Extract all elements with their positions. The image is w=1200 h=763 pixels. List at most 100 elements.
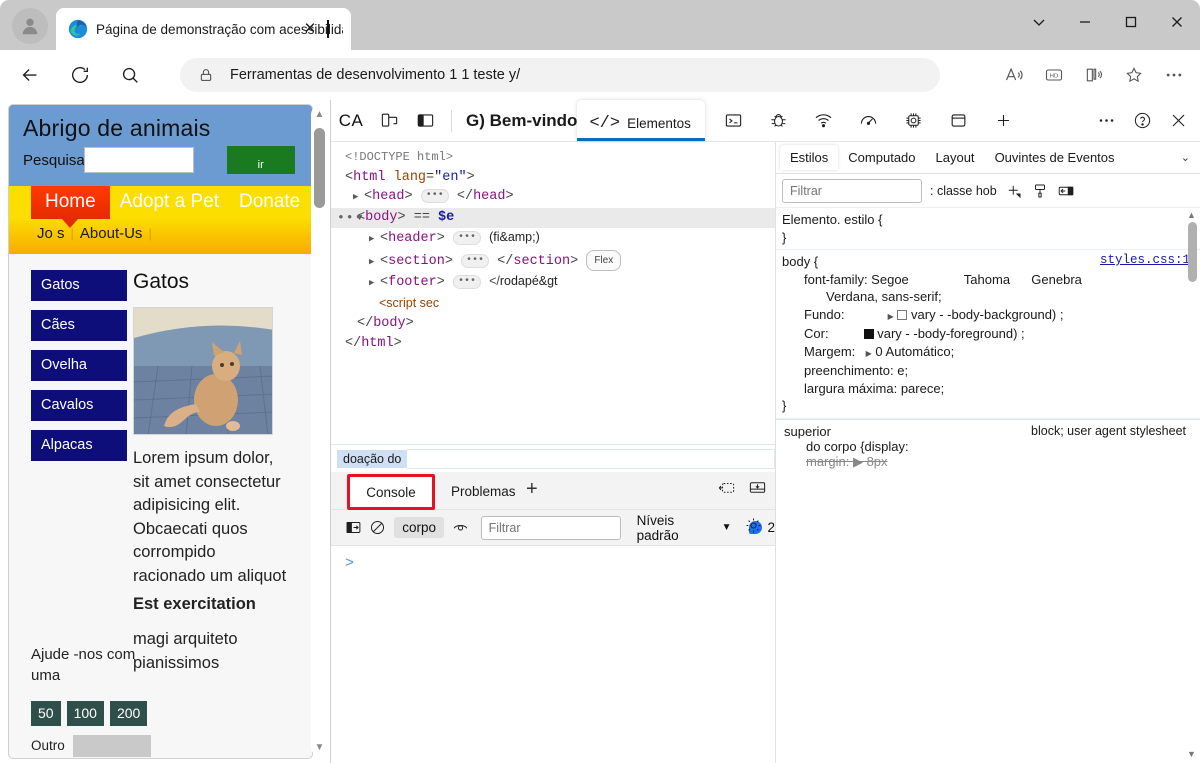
scrollbar-thumb[interactable] [314, 128, 325, 208]
live-expression-eye-icon[interactable] [448, 515, 473, 541]
declaration-padding[interactable]: preenchimento: e; [782, 362, 1192, 380]
dom-line[interactable]: </html> [331, 334, 775, 354]
color-swatch-foreground[interactable] [863, 329, 874, 339]
declaration-margin[interactable]: Margem: ▶ 0 Automático; [782, 343, 1192, 363]
dock-drawer-icon[interactable] [748, 478, 767, 502]
expand-triangle-icon[interactable]: ▶ [888, 312, 894, 321]
declaration-overridden[interactable]: margin: ▶ 8px [784, 454, 1192, 470]
dom-line[interactable]: <html lang="en"> [331, 168, 775, 188]
immersive-reader-icon[interactable] [1074, 58, 1114, 92]
browser-tab[interactable]: Página de demonstração com acessibilidad… [56, 8, 351, 50]
tab-estilos[interactable]: Estilos [780, 145, 839, 170]
dom-line[interactable]: <script sec [331, 294, 775, 315]
scroll-up-icon[interactable]: ▲ [313, 108, 326, 121]
dom-line[interactable]: </body> [331, 314, 775, 334]
console-sidebar-toggle-icon[interactable] [341, 515, 366, 541]
reload-icon[interactable] [60, 55, 100, 95]
clear-console-icon[interactable] [366, 515, 391, 541]
css-rule-body[interactable]: styles.css:1 body { font-family: Segoe T… [776, 250, 1200, 419]
category-button-gatos[interactable]: Gatos [31, 270, 127, 301]
restore-drawer-icon[interactable] [717, 478, 736, 502]
nav-item-donate[interactable]: Donate [229, 186, 310, 219]
toggle-element-state-label[interactable]: : classe hob [930, 184, 997, 198]
devtools-more-icon[interactable] [1091, 106, 1121, 136]
flex-badge[interactable]: Flex [586, 249, 622, 271]
declaration[interactable]: Verdana, sans-serif; [782, 288, 1192, 306]
other-amount-input[interactable] [72, 734, 151, 757]
color-swatch-background[interactable] [897, 309, 908, 320]
nav-item-adopt[interactable]: Adopt a Pet [110, 186, 229, 219]
category-button-caes[interactable]: Cães [31, 310, 127, 341]
dom-line[interactable]: ▶ <section> ••• </section> Flex [331, 249, 775, 273]
search-icon[interactable] [110, 55, 150, 95]
console-filter-input[interactable] [480, 515, 621, 540]
hd-icon[interactable]: HD [1034, 58, 1074, 92]
amount-button-50[interactable]: 50 [31, 700, 61, 726]
amount-button-100[interactable]: 100 [66, 700, 104, 726]
styles-scrollbar[interactable]: ▲ ▼ [1185, 208, 1199, 763]
breadcrumb-item[interactable]: doação do [337, 449, 408, 468]
tab-layout[interactable]: Layout [926, 145, 985, 170]
scrollbar-thumb[interactable] [1188, 222, 1197, 282]
category-button-cavalos[interactable]: Cavalos [31, 390, 127, 421]
back-icon[interactable] [10, 55, 50, 95]
device-toggle-icon[interactable] [374, 106, 404, 136]
search-go-button[interactable]: ir [226, 146, 295, 174]
dom-line[interactable]: <!DOCTYPE html> [331, 148, 775, 168]
debugger-bug-icon[interactable] [764, 106, 794, 136]
address-bar[interactable]: Ferramentas de desenvolvimento 1 1 teste… [180, 58, 940, 92]
dom-line-selected[interactable]: ••• ▼<body> == $e [331, 207, 775, 228]
declaration-max-width[interactable]: largura máxima: parece; [782, 380, 1192, 398]
nav-item-home[interactable]: Home [31, 186, 110, 228]
scroll-up-icon[interactable]: ▲ [1187, 210, 1196, 220]
help-icon[interactable] [1127, 106, 1157, 136]
console-levels-dropdown[interactable]: Níveis padrão ▼ [637, 513, 732, 543]
copy-styles-icon[interactable] [1031, 182, 1049, 200]
tab-computado[interactable]: Computado [838, 145, 925, 170]
expand-triangle-icon[interactable]: ▶ [866, 349, 872, 358]
dom-node-menu-icon[interactable]: ••• [337, 208, 363, 228]
scroll-down-icon[interactable]: ▼ [313, 741, 326, 754]
nav-item-about-us[interactable]: About-Us [74, 225, 149, 242]
network-wifi-icon[interactable] [809, 106, 839, 136]
page-scrollbar[interactable]: ▲ ▼ [311, 106, 328, 756]
dom-breadcrumb[interactable]: doação do [331, 444, 775, 472]
declaration-background[interactable]: Fundo: ▶ vary - -body-background) ; [782, 306, 1192, 326]
css-rules-area[interactable]: Elemento. estilo { } styles.css:1 body {… [776, 208, 1200, 763]
drawer-add-tab-icon[interactable]: + [526, 478, 538, 501]
browser-more-icon[interactable] [1154, 58, 1194, 92]
close-icon[interactable] [1154, 0, 1200, 44]
stylesheet-source-link[interactable]: styles.css:1 [1100, 253, 1190, 267]
tab-close-icon[interactable]: ✕ [301, 20, 319, 38]
amount-button-200[interactable]: 200 [109, 700, 148, 726]
inspect-ca-icon[interactable]: CA [334, 106, 368, 136]
maximize-icon[interactable] [1108, 0, 1154, 44]
console-prompt-icon[interactable]: > [345, 555, 354, 572]
devtools-close-icon[interactable] [1163, 106, 1193, 136]
tab-welcome[interactable]: G) Bem-vindo [460, 111, 583, 131]
styles-filter-input[interactable] [782, 178, 922, 203]
declaration[interactable]: font-family: Segoe Tahoma Genebra [782, 271, 1192, 289]
tab-console[interactable]: Console [347, 474, 435, 510]
profile-button[interactable] [12, 8, 48, 44]
console-context-selector[interactable]: corpo [394, 517, 444, 538]
tab-problemas[interactable]: Problemas [451, 484, 516, 499]
dom-line[interactable]: ▶ <header> ••• (fi&amp;) [331, 228, 775, 250]
declaration-color[interactable]: Cor: vary - -body-foreground) ; [782, 325, 1192, 343]
dock-side-icon[interactable] [410, 106, 440, 136]
tab-ouvintes-de-eventos[interactable]: Ouvintes de Eventos [985, 145, 1125, 170]
add-panel-icon[interactable] [989, 106, 1019, 136]
search-input[interactable] [83, 147, 194, 173]
console-icon[interactable] [719, 106, 749, 136]
tab-actions-chevron-icon[interactable] [1016, 0, 1062, 44]
category-button-alpacas[interactable]: Alpacas [31, 430, 127, 461]
memory-chip-icon[interactable] [899, 106, 929, 136]
dom-line[interactable]: ▶ <head> ••• </head> [331, 187, 775, 208]
favorite-star-icon[interactable] [1114, 58, 1154, 92]
css-rule-element-style[interactable]: Elemento. estilo { } [776, 208, 1200, 250]
category-button-ovelha[interactable]: Ovelha [31, 350, 127, 381]
declaration[interactable]: do corpo {display: [784, 439, 1192, 454]
performance-gauge-icon[interactable] [854, 106, 884, 136]
dom-line[interactable]: ▶ <footer> ••• </rodapé&gt [331, 272, 775, 294]
tab-elementos[interactable]: </> Elementos [577, 100, 705, 141]
